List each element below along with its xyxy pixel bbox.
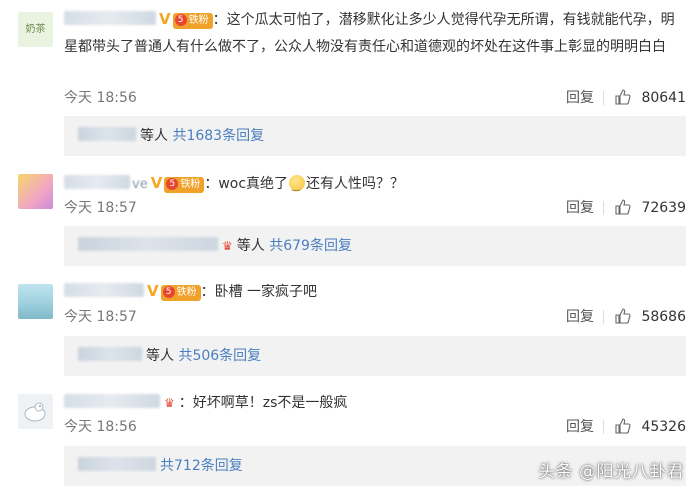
crown-icon: ♛ bbox=[164, 396, 175, 410]
comment-body: V 5 铁粉 ：这个瓜太可怕了，潜移默化让多少人觉得代孕无所谓，有钱就能代孕，明星都带… bbox=[64, 6, 686, 61]
sub-reply-author bbox=[78, 457, 156, 471]
thumbs-up-icon bbox=[615, 89, 631, 105]
comment-text: 卧槽 一家疯子吧 bbox=[214, 284, 318, 300]
reply-count-link[interactable]: 共712条回复 bbox=[160, 458, 243, 474]
v-verified-icon: V bbox=[150, 174, 163, 192]
watermark: 头条 @阳光八卦君 bbox=[538, 462, 684, 482]
sub-reply-author bbox=[78, 237, 218, 251]
comment-meta: 今天 18:56 回复 45326 bbox=[64, 417, 686, 437]
avatar[interactable]: 奶茶 bbox=[18, 12, 53, 47]
divider bbox=[603, 91, 604, 105]
comment-item: V 5 铁粉 ：卧槽 一家疯子吧 今天 18:57 回复 58686 等人 共506条… bbox=[0, 270, 700, 380]
sub-reply-author bbox=[78, 127, 136, 141]
like-button[interactable]: 80641 bbox=[615, 88, 686, 108]
timestamp: 今天 18:57 bbox=[64, 309, 137, 325]
comment-meta: 今天 18:57 回复 58686 bbox=[64, 307, 686, 327]
like-button[interactable]: 45326 bbox=[615, 417, 686, 437]
comment-text: woc真绝了 bbox=[218, 176, 289, 192]
like-button[interactable]: 58686 bbox=[615, 307, 686, 327]
avatar-illustration bbox=[24, 402, 46, 422]
reply-count-link[interactable]: 共1683条回复 bbox=[172, 128, 264, 144]
reply-button[interactable]: 回复 bbox=[566, 417, 594, 437]
fan-badge: 5 铁粉 bbox=[164, 177, 205, 193]
comment-text: 好坏啊草！zs不是一般疯 bbox=[192, 395, 348, 411]
sub-replies[interactable]: ♛ 等人 共679条回复 bbox=[64, 226, 686, 266]
timestamp: 今天 18:56 bbox=[64, 90, 137, 106]
sub-replies[interactable]: 等人 共1683条回复 bbox=[64, 116, 686, 156]
comment-meta: 今天 18:57 回复 72639 bbox=[64, 198, 686, 218]
timestamp: 今天 18:56 bbox=[64, 419, 137, 435]
v-verified-icon: V bbox=[159, 10, 171, 28]
comment-body: V 5 铁粉 ：卧槽 一家疯子吧 bbox=[64, 278, 686, 306]
avatar-text: 奶茶 bbox=[25, 24, 46, 35]
avatar[interactable] bbox=[18, 174, 53, 209]
reply-button[interactable]: 回复 bbox=[566, 88, 594, 108]
like-count: 45326 bbox=[641, 419, 686, 435]
comment-text-cont: 还有人性吗？？ bbox=[306, 176, 405, 192]
v-verified-icon: V bbox=[147, 282, 159, 300]
thumbs-up-icon bbox=[615, 308, 631, 324]
sub-reply-author bbox=[78, 347, 142, 361]
avatar[interactable] bbox=[18, 394, 53, 429]
smile-emoji-icon bbox=[289, 173, 306, 200]
commenter-name[interactable] bbox=[64, 175, 130, 189]
like-count: 72639 bbox=[641, 200, 686, 216]
comment-meta: 今天 18:56 回复 80641 bbox=[64, 88, 686, 108]
sub-replies[interactable]: 等人 共506条回复 bbox=[64, 336, 686, 376]
commenter-name[interactable] bbox=[64, 394, 160, 408]
fan-badge: 5 铁粉 bbox=[172, 13, 213, 29]
commenter-name[interactable] bbox=[64, 11, 156, 25]
reply-count-link[interactable]: 共679条回复 bbox=[269, 238, 352, 254]
reply-button[interactable]: 回复 bbox=[566, 198, 594, 218]
comment-body: ♛ ：好坏啊草！zs不是一般疯 bbox=[64, 390, 686, 417]
reply-count-link[interactable]: 共506条回复 bbox=[178, 348, 261, 364]
crown-icon: ♛ bbox=[222, 239, 233, 253]
comment-item: veV5铁粉：woc真绝了还有人性吗？？ 今天 18:57 回复 72639 ♛… bbox=[0, 160, 700, 270]
commenter-name[interactable] bbox=[64, 283, 144, 297]
comment-item: 奶茶 V 5 铁粉 ：这个瓜太可怕了，潜移默化让多少人觉得代孕无所谓，有钱就能代孕，明… bbox=[0, 0, 700, 160]
like-button[interactable]: 72639 bbox=[615, 198, 686, 218]
like-count: 80641 bbox=[641, 90, 686, 106]
like-count: 58686 bbox=[641, 309, 686, 325]
timestamp: 今天 18:57 bbox=[64, 200, 137, 216]
divider bbox=[603, 420, 604, 434]
avatar[interactable] bbox=[18, 284, 53, 319]
reply-button[interactable]: 回复 bbox=[566, 307, 594, 327]
divider bbox=[603, 310, 604, 324]
thumbs-up-icon bbox=[615, 418, 631, 434]
fan-badge: 5 铁粉 bbox=[160, 285, 201, 301]
comment-body: veV5铁粉：woc真绝了还有人性吗？？ bbox=[64, 170, 686, 200]
divider bbox=[603, 201, 604, 215]
thumbs-up-icon bbox=[615, 199, 631, 215]
